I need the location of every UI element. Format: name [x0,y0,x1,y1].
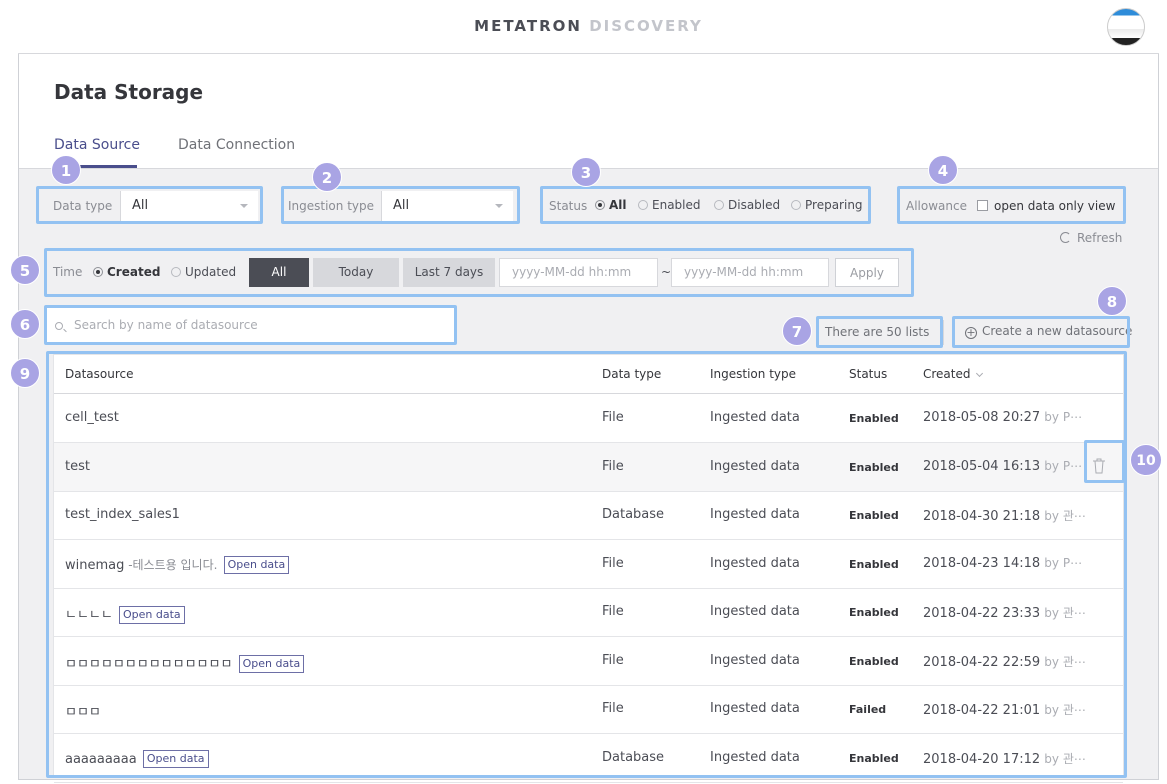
callout-badge-4: 4 [928,155,958,185]
callout-badge-7: 7 [782,316,812,346]
highlight-data-type [36,186,263,224]
highlight-search [44,305,457,345]
tab-data-source[interactable]: Data Source [54,137,140,153]
tab-data-connection[interactable]: Data Connection [178,137,295,153]
highlight-time [44,248,914,297]
highlight-status [540,186,871,224]
callout-badge-3: 3 [571,157,601,187]
callout-badge-10: 10 [1130,444,1162,476]
callout-badge-9: 9 [10,358,40,388]
logo-text-metatron: METATRON [474,17,582,35]
highlight-create [952,316,1130,348]
callout-badge-2: 2 [312,162,342,192]
refresh-icon [1060,232,1071,243]
refresh-label: Refresh [1077,231,1123,245]
callout-badge-5: 5 [10,255,40,285]
user-avatar[interactable] [1107,8,1145,46]
toolbar-divider [943,320,944,345]
highlight-list-count [816,316,943,348]
callout-badge-6: 6 [10,309,40,339]
highlight-allowance [897,186,1126,224]
page-title: Data Storage [54,80,204,104]
callout-badge-8: 8 [1097,286,1127,316]
callout-badge-1: 1 [51,155,81,185]
logo-text-discovery: DISCOVERY [589,17,703,35]
highlight-ingestion-type [281,186,520,224]
refresh-button[interactable]: Refresh [1060,231,1122,245]
top-bar: METATRON DISCOVERY [18,4,1159,54]
app-logo[interactable]: METATRON DISCOVERY [18,17,1159,35]
highlight-delete [1084,440,1125,483]
highlight-table [46,351,1127,778]
